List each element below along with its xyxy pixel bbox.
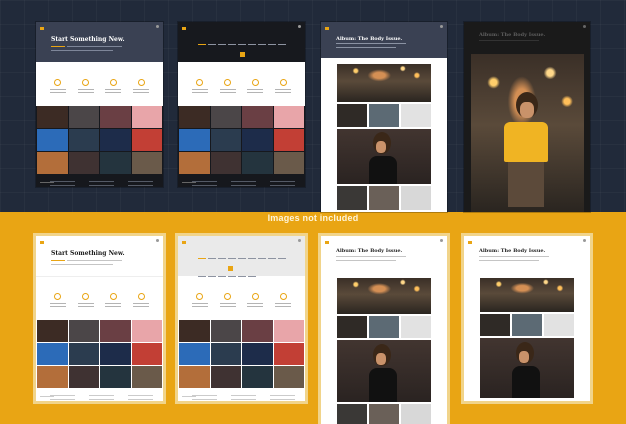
photo-grid [179, 320, 304, 388]
mock-dark-home[interactable]: Start Something New. [36, 22, 163, 187]
mock-title: Album: The Body Issue. [479, 32, 546, 38]
logo [182, 240, 187, 244]
mock-dark-nav[interactable] [178, 22, 305, 187]
mock-light-album[interactable]: Album: The Body Issue. [321, 236, 447, 424]
menu-icon[interactable] [440, 25, 443, 28]
menu-icon[interactable] [583, 239, 586, 242]
images-not-included-label: Images not included [267, 213, 359, 223]
mock-light-nav[interactable] [178, 236, 305, 401]
logo [325, 240, 330, 244]
menu-icon[interactable] [156, 25, 159, 28]
menu-icon[interactable] [298, 239, 301, 242]
logo [40, 240, 45, 244]
mock-dark-album[interactable]: Album: The Body Issue. [321, 22, 447, 212]
logo [325, 26, 330, 30]
menu-icon[interactable] [298, 25, 301, 28]
mock-light-home[interactable]: Start Something New. [36, 236, 163, 401]
mock-title: Album: The Body Issue. [479, 248, 546, 254]
mock-title: Album: The Body Issue. [336, 248, 403, 254]
mock-dark-album-lightbox[interactable]: Album: The Body Issue. [464, 22, 590, 212]
mock-title: Start Something New. [51, 250, 125, 257]
photo-grid [179, 106, 304, 174]
menu-icon[interactable] [440, 239, 443, 242]
mock-title: Album: The Body Issue. [336, 36, 403, 42]
mock-light-album-alt[interactable]: Album: The Body Issue. [464, 236, 590, 401]
nav-menu[interactable] [198, 35, 295, 47]
menu-icon[interactable] [156, 239, 159, 242]
close-icon[interactable] [583, 25, 586, 28]
mock-title: Start Something New. [51, 36, 125, 43]
photo-grid [37, 106, 162, 174]
logo [182, 26, 187, 30]
logo [468, 240, 473, 244]
nav-menu[interactable] [198, 249, 295, 277]
photo-grid [37, 320, 162, 388]
logo [40, 26, 45, 30]
